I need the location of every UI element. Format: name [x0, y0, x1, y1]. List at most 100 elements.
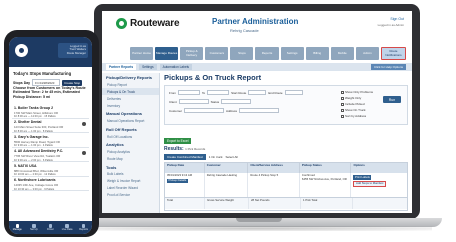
export-excel-button[interactable]: Export to Excel [164, 138, 192, 144]
list-item[interactable]: 2. Shelter Dental 123 Main Street Suite … [12, 119, 89, 133]
report-sidebar: Pickup/Delivery Reports Pickup Report Pi… [102, 73, 160, 213]
report-main: Pickups & On Truck Report From To Start … [164, 73, 408, 213]
signout-link[interactable]: Sign Out [390, 17, 404, 21]
nav-tab-billing[interactable]: Billing [305, 47, 329, 60]
nav-tab-admin[interactable]: Admin [355, 47, 379, 60]
from-label: From [169, 90, 176, 95]
address-input[interactable] [239, 108, 280, 113]
tab-live-data[interactable]: Live Data [59, 221, 76, 234]
phone-header: Logged in as Trent Walters Route Manager [9, 37, 92, 67]
nav-tab-settings[interactable]: Settings [280, 47, 304, 60]
tab-setup[interactable]: Set Up [26, 221, 43, 234]
print-labels-button[interactable]: Print Labels [353, 175, 372, 180]
sidebar-section-title: Tools [106, 164, 117, 170]
subnav-settings[interactable]: Settings [139, 64, 157, 70]
results-actions: Create Combined Manifest 1 On truck Sele… [164, 154, 238, 160]
pickup-details-tag[interactable]: Pickup Details [167, 178, 188, 184]
sidebar-item-inventory[interactable]: Inventory [102, 102, 159, 109]
status-dot-icon [82, 121, 86, 126]
list-item[interactable]: 4. All Advanced Dentistry P.C. 7795 SW R… [12, 148, 89, 162]
sidebar-item-pickups-on-truck[interactable]: Pickups & On Truck [102, 88, 159, 96]
subnav-automation-labels[interactable]: Automation Labels [159, 64, 193, 70]
routeware-logo[interactable]: Routeware [116, 18, 180, 29]
phone-user-card[interactable]: Logged in as Trent Walters Route Manager [58, 43, 88, 58]
nav-tab-manage-routes[interactable]: Manage Routes [155, 47, 179, 60]
nav-tab-partner-home[interactable]: Partner Home [130, 47, 154, 60]
sidebar-item-pickup-report[interactable]: Pickup Report [102, 81, 159, 88]
sidebar-item-deliveries[interactable]: Deliveries [102, 95, 159, 102]
portal-subtitle: Rehrig Cascade [230, 28, 259, 33]
report-filter-form: From To Start Route End Route Client Sta… [164, 85, 408, 125]
col-pickup-status[interactable]: Pickup Status [300, 163, 352, 173]
list-item[interactable]: 6. Northshore Lubricants 14035 13th Ave,… [12, 177, 89, 191]
client-select[interactable] [178, 99, 209, 104]
sidebar-section-title: Roll Off Reports [106, 126, 137, 132]
manage-icon [15, 224, 20, 228]
col-pickup-date[interactable]: Pickup Date [165, 163, 205, 173]
sidebar-item-label-reorder[interactable]: Label Reorder Wizard [102, 185, 159, 192]
list-item[interactable]: 1. Boiler Tanks Group 2 1700 SW Main Str… [12, 104, 89, 119]
promo-stage: Routeware Partner Administration Rehrig … [0, 0, 456, 242]
sidebar-item-bulk-labels[interactable]: Bulk Labels [102, 171, 159, 178]
client-label: Client [169, 99, 177, 104]
on-truck-count: 1 On truck [208, 155, 223, 159]
driver-icon [48, 224, 53, 228]
sidebar-item-proof-of-service[interactable]: Proof-of-Service [102, 192, 159, 199]
create-manifest-button[interactable]: Create Combined Manifest [164, 154, 206, 160]
from-date-input[interactable] [178, 90, 200, 95]
nav-tab-customers[interactable]: Customers [205, 47, 229, 60]
checkbox-include-picked[interactable]: Include Picked [341, 102, 365, 106]
tab-manage[interactable]: Manage [9, 221, 26, 234]
run-report-button[interactable]: Run [383, 96, 401, 103]
col-service-address[interactable]: Client/Service Address [248, 163, 300, 173]
report-title: Pickups & On Truck Report [164, 73, 262, 82]
to-date-input[interactable] [207, 90, 230, 95]
add-stops-manifest-button[interactable]: Add Stops to Manifest [353, 180, 386, 188]
sidebar-section-title: Manual Operations [106, 111, 143, 117]
nav-tab-pickup-delivery[interactable]: Pickup & Delivery [180, 47, 204, 60]
routeware-logo-icon [116, 18, 127, 29]
checkbox-show-problems[interactable]: Show Only Problems [341, 90, 373, 94]
status-label: Status [210, 99, 220, 104]
customer-input[interactable] [184, 108, 225, 113]
stops-list: 1. Boiler Tanks Group 2 1700 SW Main Str… [12, 104, 89, 191]
end-route-label: End Route [268, 90, 283, 95]
sidebar-item-manual-operations[interactable]: Manual Operations Report [102, 118, 159, 125]
phone-date-row: Stops Day Fri 04/28/2023 Create Stop [13, 79, 83, 86]
stops-date-select[interactable]: Fri 04/28/2023 [32, 79, 61, 86]
end-route-select[interactable] [284, 90, 303, 95]
cell-customer: Rehrig Cascade Hauling [205, 173, 249, 197]
checkbox-sort-address[interactable]: Sort by Address [341, 114, 366, 118]
sidebar-item-weigh-invoice[interactable]: Weigh & Invoice Report [102, 178, 159, 185]
status-select[interactable] [221, 99, 252, 104]
select-all-link[interactable]: Select All [226, 155, 238, 159]
checkbox-weight-only[interactable]: Weight Only [341, 96, 361, 100]
sidebar-item-pickup-analytics[interactable]: Pickup Analytics [102, 149, 159, 156]
address-label: Address [226, 108, 238, 113]
tab-driver[interactable]: Driver [42, 221, 59, 234]
nav-tab-mobile[interactable]: Mobile [330, 47, 354, 60]
routeware-app-icon[interactable] [15, 44, 28, 57]
col-customer[interactable]: Customer [205, 163, 249, 173]
tab-reports[interactable]: Reports [75, 221, 92, 234]
create-stop-button[interactable]: Create Stop [62, 79, 83, 86]
list-item[interactable]: 3. Gary's Garage Inc. 5500 Harvey Ramp R… [12, 133, 89, 148]
table-header: Pickup Date Customer Client/Service Addr… [165, 163, 407, 173]
start-route-select[interactable] [248, 90, 267, 95]
list-item[interactable]: 5. NATIX USA 888 Crossroad Blvd, Wilsonv… [12, 162, 89, 177]
sidebar-section-title: Pickup/Delivery Reports [106, 75, 153, 80]
main-nav: Partner Home Manage Routes Pickup & Deli… [130, 47, 407, 60]
checkbox-show-on-truck[interactable]: Show On Truck [341, 108, 366, 112]
nav-tab-route-notifications[interactable]: Route Notifications [380, 47, 407, 60]
sidebar-item-roll-off-locations[interactable]: Roll Off Locations [102, 133, 159, 140]
nav-tab-stops[interactable]: Stops [230, 47, 254, 60]
table-row[interactable]: 05/01/2023 9:13 AM Pickup Details Rehrig… [165, 173, 407, 197]
help-options-button[interactable]: Click for Help Options [370, 64, 406, 70]
user-info: Logged in as Admin [377, 23, 404, 27]
sidebar-item-route-map[interactable]: Route Map [102, 156, 159, 163]
subnav-partner-reports[interactable]: Partner Reports [106, 64, 137, 70]
nav-tab-reports[interactable]: Reports [255, 47, 279, 60]
cell-date: 05/01/2023 9:13 AM Pickup Details [165, 173, 205, 197]
footer-total: Total [165, 198, 205, 209]
sub-nav: Partner Reports Settings Automation Labe… [102, 63, 412, 71]
